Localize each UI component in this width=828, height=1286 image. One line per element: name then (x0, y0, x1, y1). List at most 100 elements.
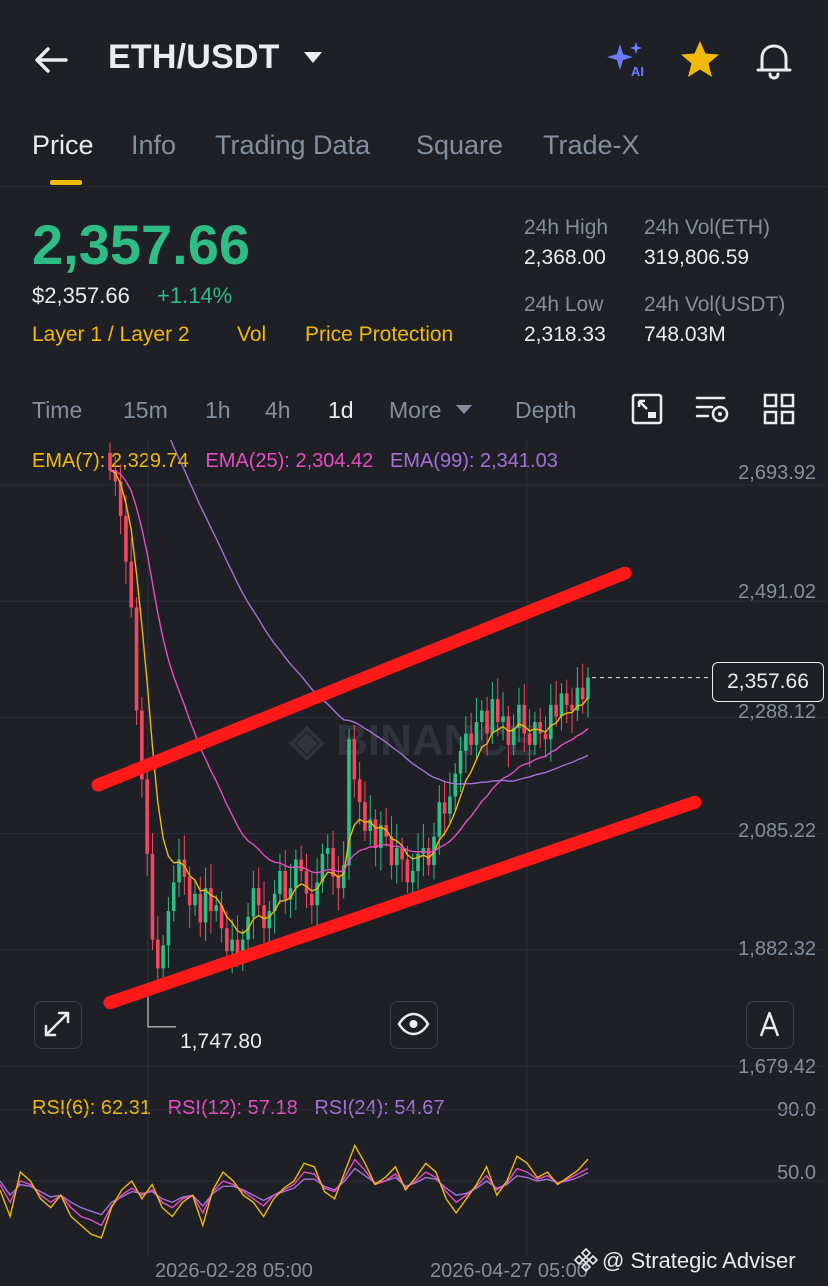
candle-body (485, 710, 489, 734)
tab-price[interactable]: Price (32, 130, 94, 161)
candle-body (543, 733, 548, 740)
candle-body (437, 802, 442, 837)
y-tick-label: 2,491.02 (738, 581, 816, 603)
tab-bar (0, 120, 828, 187)
candle-body (464, 733, 468, 751)
tag-price-protection[interactable]: Price Protection (305, 323, 453, 347)
ai-sparkle-icon[interactable]: AI (602, 38, 650, 86)
candle-body (262, 905, 266, 929)
eye-icon (397, 1012, 430, 1036)
tab-trade-x[interactable]: Trade-X (543, 130, 640, 161)
layout-grid-icon[interactable] (762, 392, 796, 426)
candle-body (304, 870, 309, 894)
candle-body (278, 870, 282, 894)
stat-low-value: 2,318.33 (524, 323, 606, 346)
candle-body (469, 733, 473, 745)
stat-vol-usdt-value: 748.03M (644, 323, 726, 346)
last-price: 2,357.66 (32, 213, 250, 276)
candle-body (171, 882, 176, 912)
candle-body (495, 699, 500, 723)
candle-body (400, 848, 404, 860)
candle-body (108, 452, 112, 471)
fullscreen-toggle-icon[interactable] (630, 392, 664, 426)
more-chevron-down-icon[interactable] (456, 405, 472, 414)
binance-logo-icon (573, 1247, 599, 1273)
pair-title[interactable]: ETH/USDT (108, 38, 280, 77)
candle-body (389, 836, 394, 866)
candle-body (352, 739, 357, 780)
timeframe-1d[interactable]: 1d (328, 397, 354, 424)
tab-square[interactable]: Square (416, 130, 503, 161)
candle-body (533, 722, 537, 745)
pair-dropdown-chevron-icon[interactable] (304, 52, 322, 63)
candle-body (522, 704, 527, 734)
timeframe-more[interactable]: More (389, 397, 441, 424)
trendline (103, 795, 702, 1010)
candle-body (156, 939, 160, 969)
candle-body (559, 693, 564, 717)
stat-vol-usdt-label: 24h Vol(USDT) (644, 293, 786, 316)
timeframe-1h[interactable]: 1h (205, 397, 231, 424)
stat-high-value: 2,368.00 (524, 246, 606, 269)
candle-body (225, 928, 229, 952)
y-tick-label: 1,679.42 (738, 1056, 816, 1078)
candlestick-chart[interactable]: ◈ BINANCE (0, 440, 828, 1080)
usd-price: $2,357.66 (32, 283, 130, 308)
candle-body (209, 888, 213, 912)
candle-body (363, 802, 367, 831)
svg-text:AI: AI (631, 64, 644, 79)
y-tick-label: 2,085.22 (738, 820, 816, 842)
candle-body (373, 819, 378, 849)
auto-scale-button[interactable] (746, 1001, 794, 1049)
rsi6-line (0, 1143, 589, 1239)
candle-body (150, 853, 155, 940)
candle-body (198, 893, 203, 923)
tag-layer[interactable]: Layer 1 / Layer 2 (32, 323, 190, 347)
last-price-tag: 2,357.66 (712, 662, 824, 702)
timeframe-4h[interactable]: 4h (265, 397, 291, 424)
indicator-settings-icon[interactable] (694, 392, 730, 426)
candle-body (580, 687, 585, 700)
candle-body (129, 561, 134, 608)
candle-body (474, 722, 479, 745)
candle-body (161, 945, 165, 969)
candle-body (166, 911, 171, 946)
bell-icon[interactable] (750, 36, 798, 84)
x-date-label: 2026-04-27 05:00 (430, 1260, 588, 1282)
tab-info[interactable]: Info (131, 130, 176, 161)
candle-body (251, 888, 256, 917)
candle-body (193, 893, 197, 906)
timeframe-depth[interactable]: Depth (515, 397, 576, 424)
y-tick-label: 2,288.12 (738, 701, 816, 723)
candle-body (490, 699, 495, 734)
candle-body (570, 704, 574, 711)
candle-body (299, 859, 303, 871)
candle-body (501, 716, 505, 723)
candle-body (283, 870, 288, 900)
star-icon[interactable] (676, 36, 724, 84)
auto-scale-a-icon (759, 1011, 780, 1037)
price-change: +1.14% (157, 283, 233, 308)
binance-watermark: ◈ BINANCE (289, 716, 537, 765)
candle-body (145, 779, 149, 854)
tag-vol[interactable]: Vol (237, 323, 266, 347)
low-marker-line (147, 996, 176, 1028)
stat-vol-eth-label: 24h Vol(ETH) (644, 216, 771, 239)
back-arrow-icon[interactable] (30, 38, 74, 82)
tab-trading-data[interactable]: Trading Data (215, 130, 370, 161)
candle-body (294, 859, 298, 889)
candle-body (442, 802, 447, 814)
candle-body (203, 888, 208, 923)
toggle-visibility-button[interactable] (390, 1001, 438, 1049)
candle-body (230, 939, 234, 952)
candle-body (549, 704, 553, 740)
rsi-chart[interactable] (0, 1080, 828, 1256)
expand-icon (44, 1011, 70, 1037)
expand-chart-button[interactable] (34, 1001, 82, 1049)
candle-body (134, 607, 139, 711)
timeframe-time[interactable]: Time (32, 397, 82, 424)
timeframe-15m[interactable]: 15m (123, 397, 168, 424)
candle-body (336, 876, 341, 889)
y-tick-label: 2,693.92 (738, 462, 816, 484)
candle-body (310, 893, 314, 906)
